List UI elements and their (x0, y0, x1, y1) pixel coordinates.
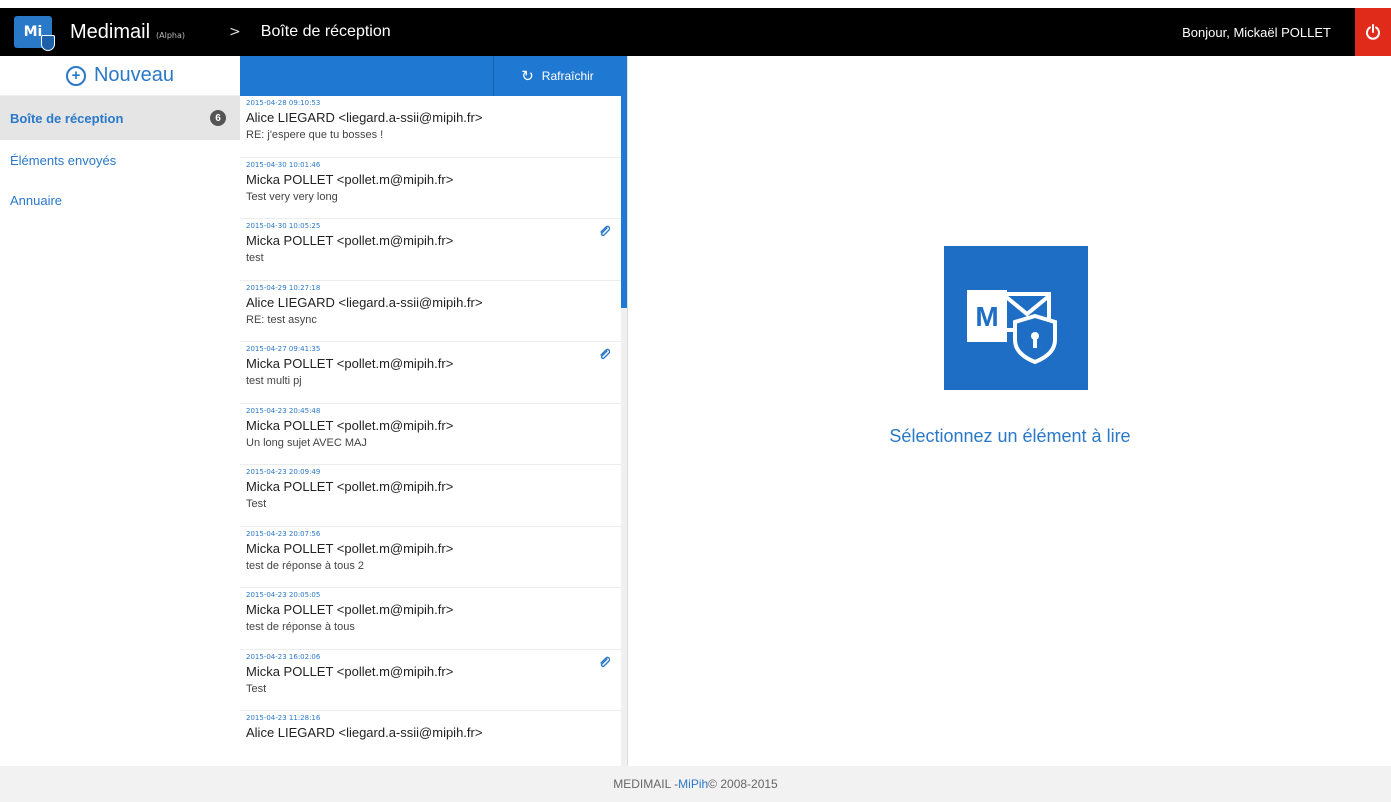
mail-sender: Micka POLLET <pollet.m@mipih.fr> (246, 356, 454, 371)
sidebar-item-inbox[interactable]: Boîte de réception 6 (0, 96, 240, 140)
mail-date: 2015-04-23 11:28:16 (246, 714, 321, 722)
footer-prefix: MEDIMAIL - (613, 777, 679, 791)
mail-list-item[interactable]: 2015-04-23 16:02:06 Micka POLLET <pollet.… (240, 649, 622, 711)
mail-sender: Micka POLLET <pollet.m@mipih.fr> (246, 417, 454, 433)
mail-sender: Micka POLLET <pollet.m@mipih.fr> (246, 540, 454, 556)
mail-subject: test de réponse à tous 2 (246, 559, 365, 572)
paperclip-icon (598, 225, 611, 241)
mail-date: 2015-04-29 10:27:18 (246, 283, 321, 292)
mail-date: 2015-04-23 16:02:06 (246, 652, 321, 661)
mail-toolbar: ↻ Rafraîchir (240, 56, 627, 96)
footer-brand-link[interactable]: MiPih (678, 777, 708, 791)
mail-list-pane: ↻ Rafraîchir 2015-04-28 09:10:53 Alice LI… (240, 56, 628, 766)
mail-subject: Test very very long (246, 190, 338, 203)
mail-subject: Test (246, 682, 267, 695)
new-message-button[interactable]: + Nouveau (0, 56, 240, 96)
footer: MEDIMAIL - MiPih © 2008-2015 (0, 766, 1391, 802)
logout-button[interactable] (1355, 8, 1391, 56)
logo-text: Mi (23, 24, 43, 40)
footer-copyright: © 2008-2015 (708, 777, 778, 791)
mail-date: 2015-04-27 09:41:35 (246, 345, 321, 353)
sidebar: + Nouveau Boîte de réception 6 Éléments … (0, 56, 240, 766)
mail-list-item[interactable]: 2015-04-23 11:28:16 Alice LIEGARD <liegar… (240, 711, 622, 766)
top-bar: Mi Medimail (Alpha) > Boîte de réception… (0, 8, 1391, 56)
shield-icon (41, 35, 55, 51)
mail-date: 2015-04-28 09:10:53 (246, 99, 321, 107)
mail-date: 2015-04-23 20:45:48 (246, 406, 321, 415)
mail-sender: Micka POLLET <pollet.m@mipih.fr> (246, 171, 454, 187)
app-name[interactable]: Medimail (70, 21, 150, 44)
mail-sender: Alice LIEGARD <liegard.a-ssii@mipih.fr> (246, 725, 483, 740)
user-greeting: Bonjour, Mickaël POLLET (1182, 24, 1331, 40)
medimail-large-logo: M (944, 246, 1088, 390)
paperclip-icon (598, 348, 611, 364)
mail-date: 2015-04-23 20:09:49 (246, 468, 321, 476)
scroll-thumb[interactable] (621, 96, 627, 308)
mail-date: 2015-04-23 20:07:56 (246, 529, 321, 538)
reading-pane: M Sélectionnez un élément à lire (629, 56, 1391, 766)
outlook-secure-icon: M (967, 290, 1057, 365)
sidebar-item-label: Éléments envoyés (10, 152, 117, 168)
mail-sender: Alice LIEGARD <liegard.a-ssii@mipih.fr> (246, 110, 483, 125)
mail-list-item[interactable]: 2015-04-23 20:07:56 Micka POLLET <pollet.… (240, 526, 622, 588)
sidebar-item-label: Annuaire (10, 192, 63, 208)
app-tag: (Alpha) (156, 30, 186, 40)
mail-list: 2015-04-28 09:10:53 Alice LIEGARD <liegar… (240, 96, 622, 766)
breadcrumb-current: Boîte de réception (260, 23, 391, 40)
mail-list-item[interactable]: 2015-04-29 10:27:18 Alice LIEGARD <liegar… (240, 280, 622, 342)
mail-subject: RE: test async (246, 313, 317, 326)
mail-list-scrollbar[interactable] (621, 96, 627, 766)
mail-list-item[interactable]: 2015-04-23 20:05:05 Micka POLLET <pollet.… (240, 588, 622, 650)
mail-subject: Test (246, 498, 267, 510)
mail-list-item[interactable]: 2015-04-23 20:09:49 Micka POLLET <pollet.… (240, 465, 622, 527)
mail-subject: Un long sujet AVEC MAJ (246, 436, 367, 449)
mail-subject: RE: j'espere que tu bosses ! (246, 129, 384, 141)
mail-sender: Alice LIEGARD <liegard.a-ssii@mipih.fr> (246, 294, 483, 310)
refresh-label: Rafraîchir (541, 69, 594, 83)
unread-count-badge: 6 (210, 110, 226, 126)
plus-circle-icon: + (65, 65, 86, 86)
mail-sender: Micka POLLET <pollet.m@mipih.fr> (246, 663, 454, 679)
mail-list-item[interactable]: 2015-04-30 10:05:25 Micka POLLET <pollet.… (240, 219, 622, 281)
reading-pane-hint: Sélectionnez un élément à lire (889, 426, 1131, 446)
mail-date: 2015-04-30 10:05:25 (246, 222, 321, 230)
mail-list-item[interactable]: 2015-04-27 09:41:35 Micka POLLET <pollet.… (240, 342, 622, 404)
mail-subject: test (246, 252, 264, 264)
sidebar-item-directory[interactable]: Annuaire (0, 180, 240, 220)
paperclip-icon (598, 656, 611, 672)
mail-date: 2015-04-30 10:01:46 (246, 160, 321, 169)
new-message-label: Nouveau (93, 64, 175, 86)
mail-sender: Micka POLLET <pollet.m@mipih.fr> (246, 233, 454, 248)
mail-list-item[interactable]: 2015-04-23 20:45:48 Micka POLLET <pollet.… (240, 403, 622, 465)
logo-letter: M (975, 301, 998, 332)
power-icon (1366, 24, 1380, 40)
refresh-icon: ↻ (521, 68, 534, 85)
mail-subject: test de réponse à tous (246, 621, 355, 633)
sidebar-item-label: Boîte de réception (10, 110, 124, 126)
mail-list-item[interactable]: 2015-04-28 09:10:53 Alice LIEGARD <liegar… (240, 96, 622, 158)
mail-subject: test multi pj (246, 375, 302, 387)
sidebar-item-sent[interactable]: Éléments envoyés (0, 140, 240, 180)
mail-list-item[interactable]: 2015-04-30 10:01:46 Micka POLLET <pollet.… (240, 157, 622, 219)
breadcrumb-separator: > (229, 24, 241, 40)
mail-sender: Micka POLLET <pollet.m@mipih.fr> (246, 602, 454, 617)
mail-sender: Micka POLLET <pollet.m@mipih.fr> (246, 479, 454, 494)
mail-date: 2015-04-23 20:05:05 (246, 591, 321, 599)
medimail-logo[interactable]: Mi (14, 16, 55, 51)
refresh-button[interactable]: ↻ Rafraîchir (493, 56, 621, 96)
